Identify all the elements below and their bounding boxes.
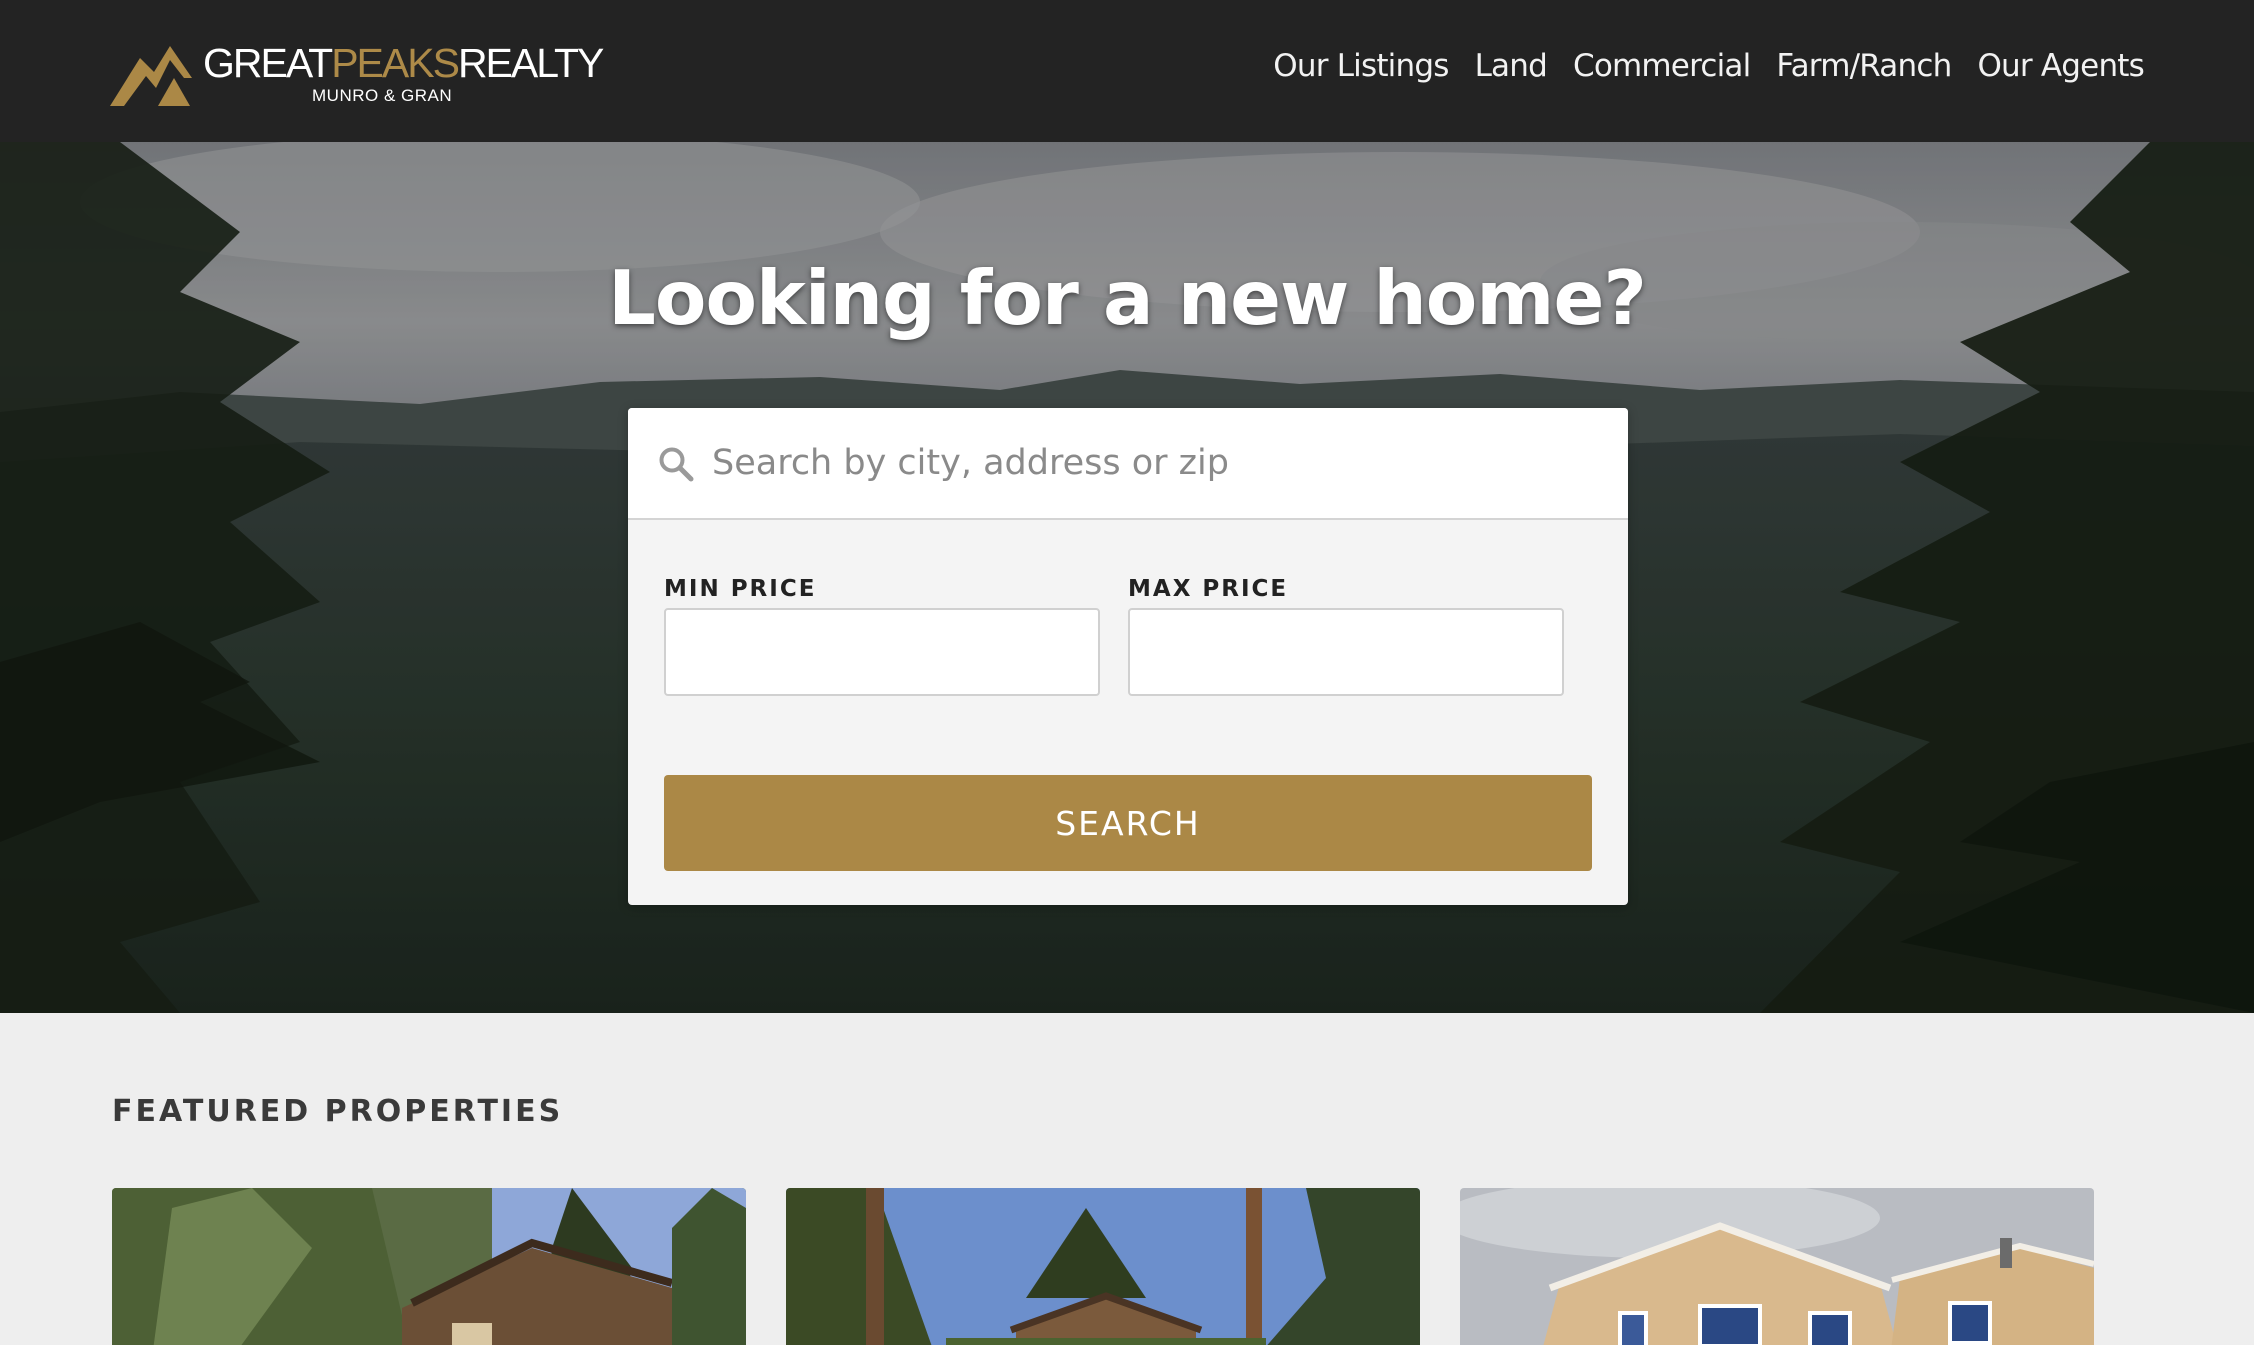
nav-farm-ranch[interactable]: Farm/Ranch	[1776, 42, 1952, 90]
nav-our-agents[interactable]: Our Agents	[1977, 42, 2144, 90]
property-search-form: MIN PRICE MAX PRICE SEARCH	[628, 408, 1628, 905]
logo-wordmark: GREATPEAKSREALTY	[203, 40, 604, 86]
property-card[interactable]	[786, 1188, 1420, 1345]
cabin-among-pines-photo	[786, 1188, 1420, 1345]
logo[interactable]: GREATPEAKSREALTY MUNRO & GRAN	[110, 38, 604, 110]
two-story-tan-house-photo	[1460, 1188, 2094, 1345]
main-nav: Our Listings Land Commercial Farm/Ranch …	[1273, 42, 2145, 90]
featured-properties-heading: FEATURED PROPERTIES	[112, 1094, 564, 1129]
min-price-input[interactable]	[664, 608, 1100, 696]
property-card[interactable]	[112, 1188, 746, 1345]
search-input[interactable]	[712, 408, 1602, 518]
search-bar	[628, 408, 1628, 520]
max-price-input[interactable]	[1128, 608, 1564, 696]
search-icon	[659, 447, 694, 482]
property-card[interactable]	[1460, 1188, 2094, 1345]
nav-our-listings[interactable]: Our Listings	[1273, 42, 1449, 90]
search-button[interactable]: SEARCH	[664, 775, 1592, 871]
house-in-trees-photo	[112, 1188, 746, 1345]
max-price-label: MAX PRICE	[1128, 576, 1289, 602]
hero-title: Looking for a new home?	[608, 254, 1647, 342]
logo-word-great: GREAT	[203, 40, 333, 86]
hero-section: Looking for a new home? MIN PRICE MAX PR…	[0, 142, 2254, 1013]
logo-word-realty: REALTY	[457, 40, 604, 86]
logo-tagline: MUNRO & GRAN	[312, 86, 453, 105]
min-price-label: MIN PRICE	[664, 576, 817, 602]
nav-land[interactable]: Land	[1475, 42, 1548, 90]
logo-word-peaks: PEAKS	[331, 40, 460, 86]
nav-commercial[interactable]: Commercial	[1573, 42, 1751, 90]
site-header: GREATPEAKSREALTY MUNRO & GRAN Our Listin…	[0, 0, 2254, 142]
